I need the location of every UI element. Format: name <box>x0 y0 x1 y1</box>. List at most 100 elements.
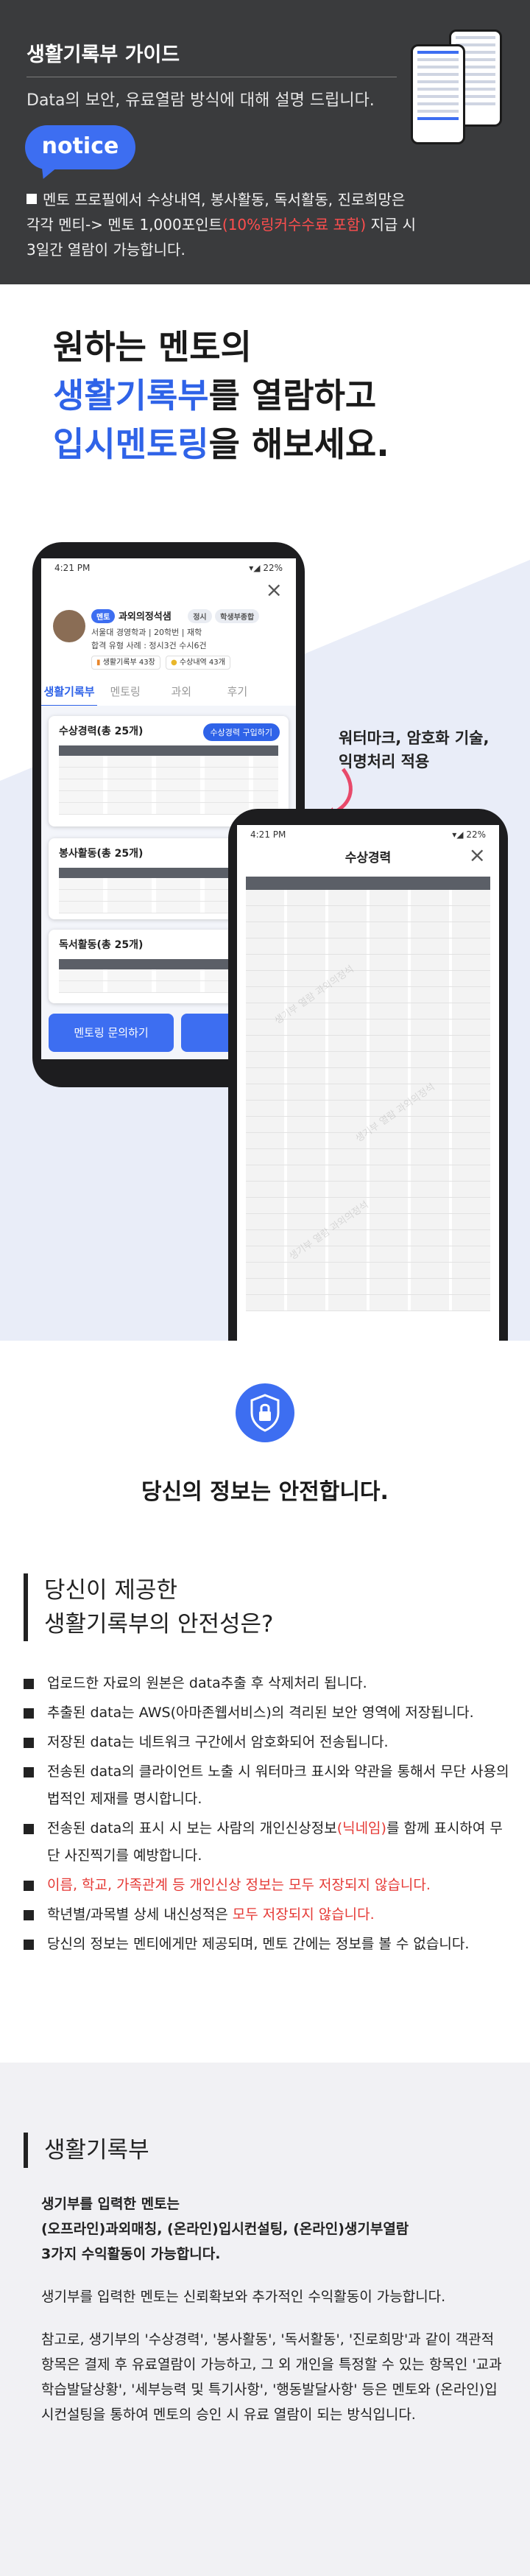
medal-icon: ● <box>171 659 177 667</box>
list-item: 저장된 data는 네트워크 구간에서 암호화되어 전송됩니다. <box>22 1729 515 1756</box>
tab-mentoring[interactable]: 멘토링 <box>97 684 153 705</box>
list-item: 학년별/과목별 상세 내신성적은 모두 저장되지 않습니다. <box>22 1901 515 1929</box>
award-table <box>246 877 490 1311</box>
type-chip-jeongsi: 정시 <box>188 609 212 623</box>
notice-line-3: 3일간 열람이 가능합니다. <box>26 241 186 259</box>
phones-illustration <box>403 29 514 147</box>
list-item: 추출된 data는 AWS(아마존웹서비스)의 격리된 보안 영역에 저장됩니다… <box>22 1699 515 1727</box>
record-reference-paragraph: 참고로, 생기부의 '수상경력', '봉사활동', '독서활동', '진로희망'… <box>41 2331 502 2423</box>
record-trust-paragraph: 생기부를 입력한 멘토는 신뢰확보와 추가적인 수익활동이 가능합니다. <box>41 2289 446 2305</box>
mini-phone-front <box>411 44 465 144</box>
bullet-warning-text: 모두 저장되지 않습니다. <box>232 1906 375 1923</box>
type-chip-comprehensive: 학생부종합 <box>215 609 260 623</box>
fee-note: (10%링커수수료 포함) <box>222 216 367 234</box>
callout-line-1: 워터마크, 암호화 기술, <box>339 729 490 747</box>
bullet-warning-text: 이름, 학교, 가족관계 등 개인신상 정보는 모두 저장되지 않습니다. <box>47 1877 431 1893</box>
table-row <box>246 1246 490 1263</box>
tab-tutoring[interactable]: 과외 <box>153 684 209 705</box>
phone-mockup-section: 4:21 PM ▾◢ 22% × 멘토 과외의정석샘 정시 학생부종합 서울대 … <box>0 442 530 1341</box>
status-indicators: ▾◢ 22% <box>452 829 486 840</box>
mentor-cases: 합격 유형 사례 : 정시3건 수시6건 <box>91 641 207 650</box>
lock-shield-icon <box>236 1383 294 1442</box>
bullet-text: 전송된 data의 표시 시 보는 사람의 개인신상정보 <box>47 1820 337 1836</box>
question-line-1: 당신이 제공한 <box>44 1577 177 1604</box>
notice-line-2: 각각 멘티-> 멘토 1,000포인트 <box>26 216 222 234</box>
list-item: 당신의 정보는 멘티에게만 제공되며, 멘토 간에는 정보를 볼 수 없습니다. <box>22 1931 515 1958</box>
guide-title: 생활기록부 가이드 <box>26 43 180 66</box>
tab-reviews[interactable]: 후기 <box>209 684 265 705</box>
table-row <box>59 756 278 768</box>
table-header <box>246 877 490 890</box>
avatar <box>53 610 85 642</box>
table-row <box>246 971 490 987</box>
award-count-tag: 수상내역 43개 <box>179 659 225 667</box>
profile-tabs: 생활기록부 멘토링 과외 후기 <box>41 684 296 708</box>
guide-subtitle: Data의 보안, 유료열람 방식에 대해 설명 드립니다. <box>26 91 375 110</box>
record-income-paragraph: 생기부를 입력한 멘토는 (오프라인)과외매칭, (온라인)입시컨설팅, (온라… <box>41 2191 505 2267</box>
table-row <box>246 1149 490 1165</box>
record-heading: 생활기록부 <box>24 2133 149 2168</box>
award-viewer-screen: 4:21 PM ▾◢ 22% 수상경력 × 생기부 열람 과외의정석 생기부 열… <box>237 825 499 1341</box>
table-row <box>246 922 490 938</box>
close-icon[interactable]: × <box>266 578 283 602</box>
buy-awards-button[interactable]: 수상경력 구입하기 <box>202 723 280 741</box>
table-row <box>246 1279 490 1295</box>
table-row <box>246 890 490 906</box>
record-count-tag: 생활기록부 43장 <box>102 659 155 667</box>
mentor-badge: 멘토 <box>91 609 116 623</box>
table-row <box>246 987 490 1003</box>
status-time: 4:21 PM <box>54 563 91 573</box>
list-item: 이름, 학교, 가족관계 등 개인신상 정보는 모두 저장되지 않습니다. <box>22 1872 515 1899</box>
notice-line-1: 멘토 프로필에서 수상내역, 봉사활동, 독서활동, 진로희망은 <box>43 191 406 208</box>
viewer-title: 수상경력 <box>344 851 392 866</box>
table-row <box>246 1084 490 1101</box>
record-title: 생활기록부 <box>44 2137 149 2163</box>
mentor-name-row: 멘토 과외의정석샘 정시 학생부종합 <box>91 608 260 623</box>
bullet-square-icon <box>26 194 37 204</box>
table-row <box>59 779 278 791</box>
guide-header: 생활기록부 가이드 Data의 보안, 유료열람 방식에 대해 설명 드립니다.… <box>0 0 530 284</box>
mentor-tags: ▮ 생활기록부 43장 ● 수상내역 43개 <box>91 656 230 670</box>
headline-highlight-record: 생활기록부 <box>53 376 209 415</box>
table-row <box>246 1068 490 1084</box>
status-time: 4:21 PM <box>250 829 286 840</box>
status-indicators: ▾◢ 22% <box>249 563 283 573</box>
mentor-name: 과외의정석샘 <box>118 611 172 622</box>
income-line-2: (오프라인)과외매칭, (온라인)입시컨설팅, (온라인)생기부열람 <box>41 2221 409 2237</box>
record-description: 생기부를 입력한 멘토는 (오프라인)과외매칭, (온라인)입시컨설팅, (온라… <box>41 2191 505 2445</box>
table-row <box>246 1263 490 1279</box>
table-row <box>246 1036 490 1052</box>
bullet-text: 학년별/과목별 상세 내신성적은 <box>47 1906 233 1923</box>
table-row <box>246 1165 490 1182</box>
notice-text: 멘토 프로필에서 수상내역, 봉사활동, 독서활동, 진로희망은 각각 멘티->… <box>26 187 504 262</box>
list-item: 업로드한 자료의 원본은 data추출 후 삭제처리 됩니다. <box>22 1670 515 1697</box>
table-row <box>246 1230 490 1246</box>
headline-line-1: 원하는 멘토의 <box>53 327 252 367</box>
list-item: 전송된 data의 클라이언트 노출 시 워터마크 표시와 약관을 통해서 무단… <box>22 1758 515 1813</box>
table-row <box>59 791 278 803</box>
tab-record[interactable]: 생활기록부 <box>41 684 98 707</box>
close-icon[interactable]: × <box>469 843 486 867</box>
table-row <box>246 1052 490 1068</box>
nickname-highlight: (닉네임) <box>336 1820 386 1836</box>
safety-bullets: 업로드한 자료의 원본은 data추출 후 삭제처리 됩니다. 추출된 data… <box>22 1670 515 1960</box>
income-line-3: 3가지 수익활동이 가능합니다. <box>41 2246 221 2262</box>
table-row <box>59 768 278 779</box>
table-row <box>246 1182 490 1198</box>
document-icon: ▮ <box>96 659 101 667</box>
safety-question: 당신이 제공한 생활기록부의 안전성은? <box>24 1573 274 1641</box>
mentor-school: 서울대 경영학과 | 20학번 | 재학 <box>91 628 202 637</box>
headline-line-2: 생활기록부를 열람하고 <box>53 371 389 420</box>
phone-award-viewer: 4:21 PM ▾◢ 22% 수상경력 × 생기부 열람 과외의정석 생기부 열… <box>228 809 508 1341</box>
list-item: 전송된 data의 표시 시 보는 사람의 개인신상정보(닉네임)를 함께 표시… <box>22 1815 515 1870</box>
table-row <box>246 938 490 955</box>
headline-line-2-rest: 를 열람하고 <box>208 376 377 415</box>
question-line-2: 생활기록부의 안전성은? <box>44 1611 274 1638</box>
table-row <box>246 955 490 971</box>
mentoring-inquiry-button[interactable]: 멘토링 문의하기 <box>49 1014 174 1052</box>
table-header <box>59 745 278 756</box>
table-row <box>246 1295 490 1311</box>
security-title: 당신의 정보는 안전합니다. <box>141 1479 389 1505</box>
table-row <box>246 906 490 922</box>
notice-line-2-end: 지급 시 <box>366 216 417 234</box>
